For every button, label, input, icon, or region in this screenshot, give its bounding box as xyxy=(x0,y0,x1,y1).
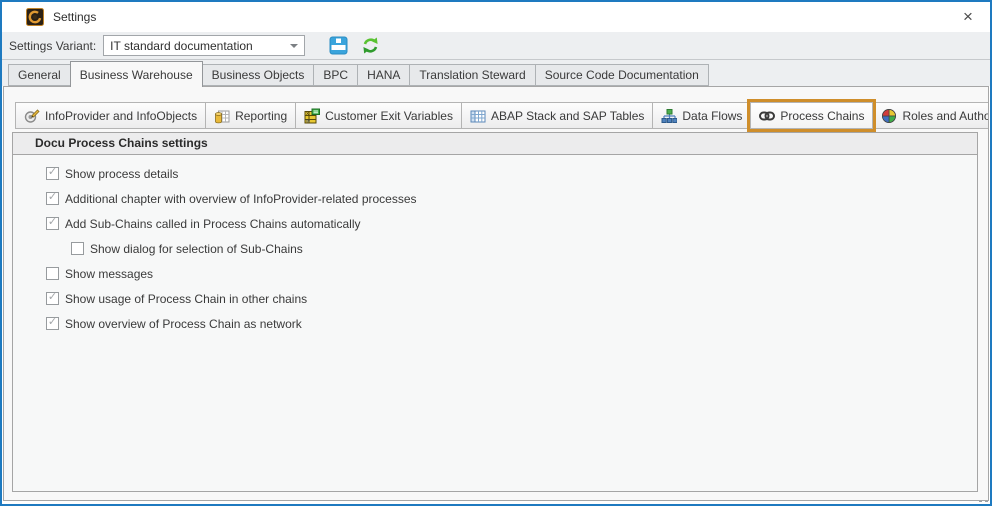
variables-table-icon: XW xyxy=(304,108,320,124)
subtab-infoprovider-and-infoobjects[interactable]: InfoProvider and InfoObjects xyxy=(15,102,206,129)
setting-row: ✓ Additional chapter with overview of Inf… xyxy=(13,186,977,211)
chevron-down-icon xyxy=(290,44,298,48)
subtab-label: Reporting xyxy=(235,109,287,123)
settings-dialog: Settings × Settings Variant: IT standard… xyxy=(0,0,992,506)
setting-label: Show usage of Process Chain in other cha… xyxy=(65,292,307,306)
setting-row: ✓ Add Sub-Chains called in Process Chains… xyxy=(13,211,977,236)
setting-label: Add Sub-Chains called in Process Chains … xyxy=(65,217,360,231)
sap-table-icon xyxy=(470,108,486,124)
settings-variant-dropdown[interactable]: IT standard documentation xyxy=(103,35,305,56)
subtab-process-chains[interactable]: Process Chains xyxy=(750,102,873,129)
titlebar: Settings × xyxy=(2,2,990,32)
svg-text:X: X xyxy=(306,111,309,116)
subtab-customer-exit-variables[interactable]: XW Customer Exit Variables xyxy=(295,102,462,129)
panel-title: Docu Process Chains settings xyxy=(13,133,977,155)
subtab-abap-stack-and-sap-tables[interactable]: ABAP Stack and SAP Tables xyxy=(461,102,653,129)
subtab-label: Customer Exit Variables xyxy=(325,109,453,123)
window-title: Settings xyxy=(53,10,96,24)
tab-business-objects[interactable]: Business Objects xyxy=(202,64,315,86)
setting-row: ✓ Show overview of Process Chain as netwo… xyxy=(13,311,977,336)
subtab-roles-and-authorizations[interactable]: Roles and Authorizations xyxy=(872,102,989,129)
subtab-label: Roles and Authorizations xyxy=(902,109,989,123)
settings-variant-label: Settings Variant: xyxy=(9,39,96,53)
checkbox-checked[interactable]: ✓ xyxy=(46,192,59,205)
subtab-label: InfoProvider and InfoObjects xyxy=(45,109,197,123)
subtab-data-flows[interactable]: Data Flows xyxy=(652,102,751,129)
setting-row: Show messages xyxy=(13,261,977,286)
setting-row: ✓ Show process details xyxy=(13,161,977,186)
checkbox-unchecked[interactable] xyxy=(71,242,84,255)
refresh-icon xyxy=(361,36,380,55)
checkbox-list: ✓ Show process details ✓ Additional chapter… xyxy=(13,155,977,336)
subtab-label: Process Chains xyxy=(780,109,864,123)
save-floppy-icon xyxy=(329,36,348,55)
process-chains-settings-panel: Docu Process Chains settings ✓ Show proce… xyxy=(12,132,978,492)
checkbox-checked[interactable]: ✓ xyxy=(46,317,59,330)
chain-link-icon xyxy=(759,108,775,124)
tab-general[interactable]: General xyxy=(8,64,71,86)
subtab-label: ABAP Stack and SAP Tables xyxy=(491,109,644,123)
app-logo-icon xyxy=(26,8,44,26)
setting-row: Show dialog for selection of Sub-Chains xyxy=(13,236,977,261)
business-warehouse-page: InfoProvider and InfoObjects Reporting XW C… xyxy=(3,86,989,501)
roles-pie-icon xyxy=(881,108,897,124)
tab-bpc[interactable]: BPC xyxy=(313,64,358,86)
tab-business-warehouse[interactable]: Business Warehouse xyxy=(70,61,203,87)
close-button[interactable]: × xyxy=(946,2,990,32)
settings-variant-row: Settings Variant: IT standard documentat… xyxy=(2,32,990,60)
settings-variant-value: IT standard documentation xyxy=(110,39,290,53)
svg-text:W: W xyxy=(306,118,310,123)
subtab-reporting[interactable]: Reporting xyxy=(205,102,296,129)
data-flow-tree-icon xyxy=(661,108,677,124)
setting-label: Show dialog for selection of Sub-Chains xyxy=(90,242,303,256)
subtab-label: Data Flows xyxy=(682,109,742,123)
checkbox-checked[interactable]: ✓ xyxy=(46,217,59,230)
checkbox-checked[interactable]: ✓ xyxy=(46,167,59,180)
target-pencil-icon xyxy=(24,108,40,124)
report-database-icon xyxy=(214,108,230,124)
checkbox-checked[interactable]: ✓ xyxy=(46,292,59,305)
bw-sub-tab-bar: InfoProvider and InfoObjects Reporting XW C… xyxy=(15,101,988,129)
checkbox-unchecked[interactable] xyxy=(46,267,59,280)
setting-label: Additional chapter with overview of Info… xyxy=(65,192,417,206)
setting-label: Show process details xyxy=(65,167,178,181)
tab-source-code-documentation[interactable]: Source Code Documentation xyxy=(535,64,709,86)
tab-translation-steward[interactable]: Translation Steward xyxy=(409,64,535,86)
main-tab-bar: GeneralBusiness WarehouseBusiness Object… xyxy=(2,60,990,86)
save-variant-button[interactable] xyxy=(329,36,348,55)
setting-row: ✓ Show usage of Process Chain in other ch… xyxy=(13,286,977,311)
setting-label: Show messages xyxy=(65,267,153,281)
refresh-button[interactable] xyxy=(361,36,380,55)
tab-hana[interactable]: HANA xyxy=(357,64,410,86)
setting-label: Show overview of Process Chain as networ… xyxy=(65,317,302,331)
